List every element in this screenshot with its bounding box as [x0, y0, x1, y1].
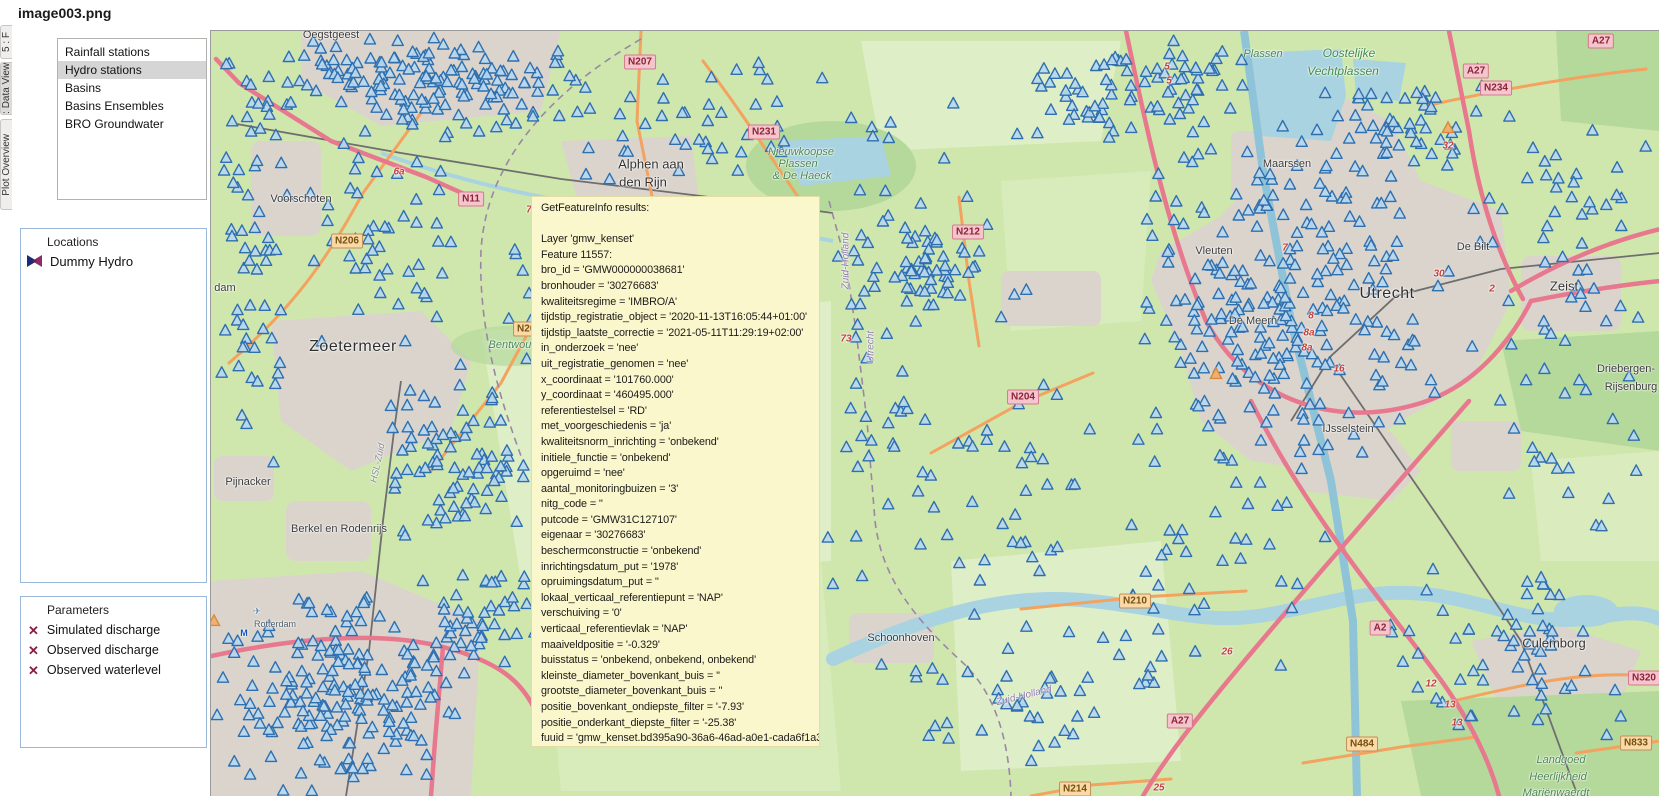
getfeatureinfo-popup: GetFeatureInfo results: Layer 'gmw_kense… — [531, 196, 820, 747]
popup-line: verticaal_referentievlak = 'NAP' — [541, 622, 819, 638]
parameter-item-label: Simulated discharge — [47, 623, 160, 637]
popup-line: opruimingsdatum_put = '' — [541, 575, 819, 591]
popup-line: uit_registratie_genomen = 'nee' — [541, 357, 819, 373]
location-item[interactable]: Dummy Hydro — [21, 252, 206, 269]
location-item-label: Dummy Hydro — [50, 254, 133, 269]
popup-line: maaiveldpositie = '-0.329' — [541, 638, 819, 654]
popup-line: putcode = 'GMW31C127107' — [541, 513, 819, 529]
side-tab-label: Plot Overview — [1, 134, 12, 196]
popup-line: eigenaar = '30276683' — [541, 528, 819, 544]
popup-line: kwaliteitsregime = 'IMBRO/A' — [541, 295, 819, 311]
parameters-items: ✕Simulated discharge✕Observed discharge✕… — [21, 620, 206, 680]
popup-line: Layer 'gmw_kenset' — [541, 232, 819, 248]
popup-line: met_voorgeschiedenis = 'ja' — [541, 419, 819, 435]
popup-line: kwaliteitsnorm_inrichting = 'onbekend' — [541, 435, 819, 451]
popup-line: tijdstip_laatste_correctie = '2021-05-11… — [541, 326, 819, 342]
location-marker-icon — [26, 253, 43, 269]
popup-line: inrichtingsdatum_put = '1978' — [541, 560, 819, 576]
side-tab-strip: 5 : F 6 : Data Viewer Plot Overview — [0, 25, 13, 795]
locations-items: Dummy Hydro — [21, 252, 206, 269]
x-icon: ✕ — [28, 664, 39, 677]
side-tab-label: 5 : F — [1, 32, 12, 52]
parameter-item-label: Observed waterlevel — [47, 663, 161, 677]
parameter-item[interactable]: ✕ Observed waterlevel — [21, 660, 206, 680]
popup-line: kleinste_diameter_bovenkant_buis = '' — [541, 669, 819, 685]
popup-line: buisstatus = 'onbekend, onbekend, onbeke… — [541, 653, 819, 669]
layer-item-hydro-stations[interactable]: Hydro stations — [58, 61, 206, 79]
popup-line: nitg_code = '' — [541, 497, 819, 513]
popup-line: initiele_functie = 'onbekend' — [541, 451, 819, 467]
layer-item-basins-ensembles[interactable]: Basins Ensembles — [58, 97, 206, 115]
layer-item-basins[interactable]: Basins — [58, 79, 206, 97]
popup-line: bro_id = 'GMW000000038681' — [541, 263, 819, 279]
popup-line: opgeruimd = 'nee' — [541, 466, 819, 482]
parameter-item[interactable]: ✕ Observed discharge — [21, 640, 206, 660]
popup-line: bronhouder = '30276683' — [541, 279, 819, 295]
popup-line: GetFeatureInfo results: — [541, 201, 819, 217]
layer-item-rainfall-stations[interactable]: Rainfall stations — [58, 43, 206, 61]
x-icon: ✕ — [28, 644, 39, 657]
window-title: image003.png — [18, 5, 111, 21]
parameters-panel-title: Parameters — [21, 597, 206, 620]
map-viewport[interactable]: OegstgeestVoorschotendamZoetermeerPijnac… — [210, 30, 1659, 796]
x-icon: ✕ — [28, 624, 39, 637]
parameter-item-label: Observed discharge — [47, 643, 159, 657]
popup-line: positie_onderkant_diepste_filter = '-25.… — [541, 716, 819, 732]
popup-line: x_coordinaat = '101760.000' — [541, 373, 819, 389]
popup-line: y_coordinaat = '460495.000' — [541, 388, 819, 404]
popup-line: tijdstip_registratie_object = '2020-11-1… — [541, 310, 819, 326]
popup-line: referentiestelsel = 'RD' — [541, 404, 819, 420]
side-tab-plot-overview[interactable]: Plot Overview — [0, 119, 12, 210]
side-tab-6-data-viewer[interactable]: 6 : Data Viewer — [0, 62, 12, 115]
popup-line: in_onderzoek = 'nee' — [541, 341, 819, 357]
app-window: image003.png 5 : F 6 : Data Viewer Plot Ov… — [0, 0, 1659, 795]
popup-line: positie_bovenkant_ondiepste_filter = '-7… — [541, 700, 819, 716]
locations-panel-title: Locations — [21, 229, 206, 252]
locations-panel: Locations Dummy Hydro — [20, 228, 207, 583]
layer-item-bro-groundwater[interactable]: BRO Groundwater — [58, 115, 206, 133]
parameters-panel: Parameters ✕ Simulated discharge ✕ Observed… — [20, 596, 207, 748]
popup-line — [541, 217, 819, 233]
popup-line: lokaal_verticaal_referentiepunt = 'NAP' — [541, 591, 819, 607]
popup-line: verschuiving = '0' — [541, 606, 819, 622]
popup-line: Feature 11557: — [541, 248, 819, 264]
layers-list: Rainfall stationsHydro stationsBasinsBas… — [57, 38, 207, 200]
popup-line: grootste_diameter_bovenkant_buis = '' — [541, 684, 819, 700]
sidebar: Rainfall stationsHydro stationsBasinsBas… — [13, 25, 210, 795]
parameter-item[interactable]: ✕ Simulated discharge — [21, 620, 206, 640]
map-canvas — [211, 31, 1659, 796]
popup-line: beschermconstructie = 'onbekend' — [541, 544, 819, 560]
side-tab-label: 6 : Data Viewer — [1, 62, 12, 115]
popup-line: aantal_monitoringbuizen = '3' — [541, 482, 819, 498]
popup-line: fuuid = 'gmw_kenset.bd395a90-36a6-46ad-a… — [541, 731, 819, 747]
side-tab-5-f[interactable]: 5 : F — [0, 25, 12, 59]
